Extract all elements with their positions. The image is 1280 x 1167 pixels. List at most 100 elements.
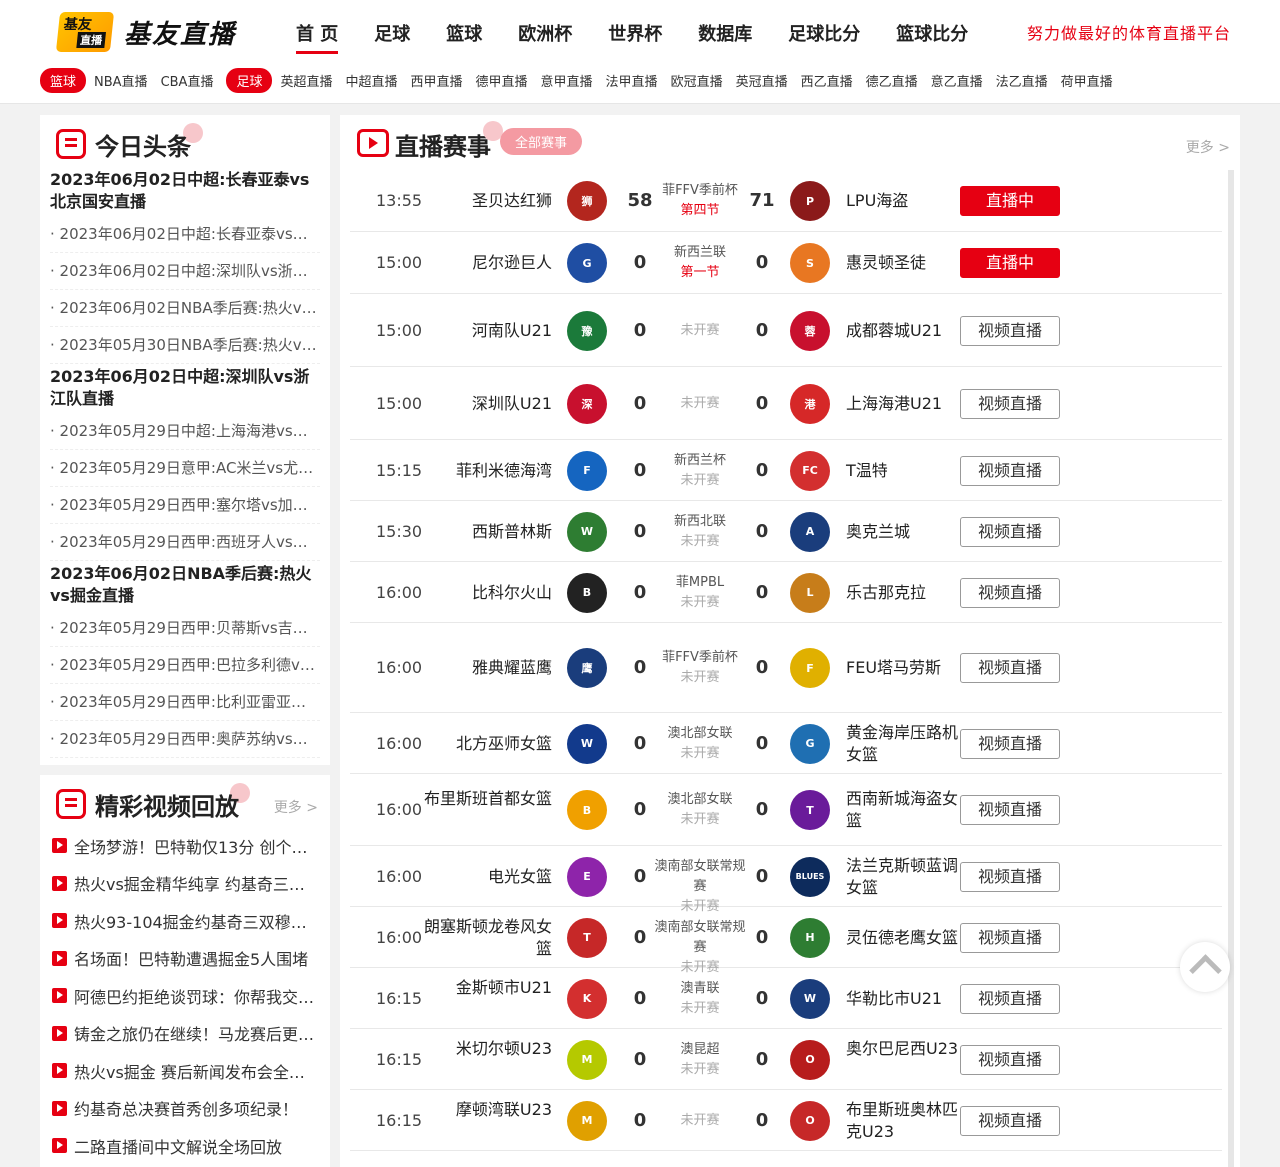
video-item[interactable]: 全场梦游！巴特勒仅13分 创个人季后赛新低 [40, 827, 330, 865]
back-to-top-button[interactable] [1180, 942, 1230, 992]
home-team[interactable]: 比科尔火山 [422, 582, 552, 604]
home-team[interactable]: 深圳队U21 [422, 393, 552, 415]
headline-item[interactable]: · 2023年05月29日西甲:奥萨苏纳vs皇家社会 [50, 721, 320, 758]
video-item[interactable]: 热火93-104掘金约基奇三双穆雷26分 [40, 902, 330, 940]
watch-live-button[interactable]: 视频直播 [960, 388, 1060, 419]
home-team[interactable]: 金斯顿市U21 [422, 977, 552, 999]
watch-live-button[interactable]: 视频直播 [960, 983, 1060, 1014]
away-team[interactable]: FEU塔马劳斯 [846, 657, 966, 679]
watch-live-button[interactable]: 视频直播 [960, 1044, 1060, 1075]
live-more-link[interactable]: 更多 > [1186, 137, 1230, 157]
headline-item[interactable]: · 2023年05月29日西甲:比利亚雷亚尔vs马德里竞技 [50, 684, 320, 721]
headline-item[interactable]: · 2023年06月02日中超:深圳队vs浙江队 [50, 253, 320, 290]
watch-live-button[interactable]: 视频直播 [960, 1105, 1060, 1136]
away-team[interactable]: 华勒比市U21 [846, 988, 966, 1010]
subnav-link[interactable]: 德乙直播 [866, 71, 918, 90]
watch-live-button[interactable]: 视频直播 [960, 577, 1060, 608]
away-team[interactable]: 成都蓉城U21 [846, 320, 966, 342]
headline-item[interactable]: · 2023年05月29日西甲:巴拉多利德vs赫塔费 [50, 647, 320, 684]
nav-item[interactable]: 篮球 [432, 14, 496, 54]
away-team[interactable]: 惠灵顿圣徒 [846, 252, 966, 274]
home-team[interactable]: 圣贝达红狮 [422, 190, 552, 212]
home-team[interactable]: 摩顿湾联U23 [422, 1099, 552, 1121]
headline-item[interactable]: · 2023年05月29日西甲:塞尔塔vs加的斯 [50, 487, 320, 524]
subnav-link[interactable]: 西甲直播 [411, 71, 463, 90]
subnav-tag-football[interactable]: 足球 [226, 68, 273, 93]
home-team[interactable]: 菲利米德海湾 [422, 460, 552, 482]
site-logo[interactable]: 基友 直播 基友直播 [55, 12, 236, 52]
subnav-link[interactable]: 中超直播 [345, 71, 397, 90]
headline-item[interactable]: · 2023年05月29日西甲:西班牙人vs阿尔梅里亚 [50, 524, 320, 561]
subnav-link[interactable]: 英冠直播 [736, 71, 788, 90]
subnav-link[interactable]: 法甲直播 [606, 71, 658, 90]
headline-title[interactable]: 2023年06月02日NBA季后赛:热火vs掘金直播 [50, 561, 320, 610]
away-team[interactable]: 上海海港U21 [846, 393, 966, 415]
away-team[interactable]: 法兰克斯顿蓝调女篮 [846, 855, 966, 899]
video-item[interactable]: 二路直播间中文解说全场回放 [40, 1127, 330, 1165]
nav-item[interactable]: 欧洲杯 [504, 14, 586, 54]
nav-item[interactable]: 数据库 [684, 14, 766, 54]
away-team[interactable]: 奥克兰城 [846, 521, 966, 543]
away-team[interactable]: 黄金海岸压路机女篮 [846, 722, 966, 766]
subnav-link[interactable]: 英超直播 [280, 71, 332, 90]
subnav-link[interactable]: NBA直播 [94, 71, 148, 90]
away-team[interactable]: LPU海盗 [846, 190, 966, 212]
home-team[interactable]: 朗塞斯顿龙卷风女篮 [422, 916, 552, 960]
video-item[interactable]: 热火vs掘金精华纯享 约基奇三双掘金拿下G1 [40, 865, 330, 903]
away-team[interactable]: 奥尔巴尼西U23 [846, 1038, 966, 1060]
subnav-link[interactable]: 德甲直播 [476, 71, 528, 90]
home-team[interactable]: 尼尔逊巨人 [422, 252, 552, 274]
nav-item[interactable]: 篮球比分 [882, 14, 982, 54]
watch-live-button[interactable]: 视频直播 [960, 861, 1060, 892]
all-events-button[interactable]: 全部赛事 [500, 128, 583, 155]
live-now-button[interactable]: 直播中 [960, 248, 1060, 278]
home-team[interactable]: 北方巫师女篮 [422, 733, 552, 755]
subnav-tag-basketball[interactable]: 篮球 [40, 68, 87, 93]
video-item[interactable]: 约基奇总决赛首秀创多项纪录！ [40, 1090, 330, 1128]
home-team[interactable]: 雅典耀蓝鹰 [422, 657, 552, 679]
home-team[interactable]: 米切尔顿U23 [422, 1038, 552, 1060]
videos-more-link[interactable]: 更多 > [274, 797, 318, 817]
subnav-link[interactable]: 意甲直播 [541, 71, 593, 90]
headline-item[interactable]: · 2023年05月29日西甲:贝蒂斯vs吉罗纳 [50, 610, 320, 647]
headline-item[interactable]: · 2023年05月29日中超:上海海港vs武汉三镇 [50, 413, 320, 450]
home-team[interactable]: 河南队U21 [422, 320, 552, 342]
headline-title[interactable]: 2023年06月02日中超:深圳队vs浙江队直播 [50, 364, 320, 413]
subnav-link[interactable]: CBA直播 [161, 71, 214, 90]
watch-live-button[interactable]: 视频直播 [960, 516, 1060, 547]
headline-title[interactable]: 2023年06月02日中超:长春亚泰vs北京国安直播 [50, 167, 320, 216]
watch-live-button[interactable]: 视频直播 [960, 455, 1060, 486]
watch-live-button[interactable]: 视频直播 [960, 922, 1060, 953]
headline-item[interactable]: · 2023年05月29日意甲:AC米兰vs尤文图斯 [50, 450, 320, 487]
live-now-button[interactable]: 直播中 [960, 186, 1060, 216]
headline-item[interactable]: · 2023年05月30日NBA季后赛:热火vs凯尔特人 [50, 327, 320, 364]
away-team[interactable]: 乐古那克拉 [846, 582, 966, 604]
watch-live-button[interactable]: 视频直播 [960, 653, 1060, 683]
subnav-link[interactable]: 欧冠直播 [671, 71, 723, 90]
watch-live-button[interactable]: 视频直播 [960, 728, 1060, 759]
away-team[interactable]: 灵伍德老鹰女篮 [846, 927, 966, 949]
subnav-link[interactable]: 法乙直播 [996, 71, 1048, 90]
away-team[interactable]: 布里斯班奥林匹克U23 [846, 1099, 966, 1143]
away-team[interactable]: T温特 [846, 460, 966, 482]
home-team[interactable]: 布里斯班首都女篮 [422, 788, 552, 810]
watch-live-button[interactable]: 视频直播 [960, 795, 1060, 825]
nav-item[interactable]: 足球 [360, 14, 424, 54]
scrollbar-track[interactable] [1228, 170, 1234, 1167]
video-item[interactable]: 热火vs掘金 赛后新闻发布会全场回放 [40, 1052, 330, 1090]
nav-item[interactable]: 首 页 [282, 14, 352, 54]
headline-item[interactable]: · 2023年06月02日NBA季后赛:热火vs掘金 [50, 290, 320, 327]
subnav-link[interactable]: 西乙直播 [801, 71, 853, 90]
nav-item[interactable]: 世界杯 [594, 14, 676, 54]
nav-item[interactable]: 足球比分 [774, 14, 874, 54]
headline-item[interactable]: · 2023年06月02日中超:长春亚泰vs北京国安 [50, 216, 320, 253]
away-team[interactable]: 西南新城海盗女篮 [846, 788, 966, 832]
subnav-link[interactable]: 意乙直播 [931, 71, 983, 90]
home-team[interactable]: 电光女篮 [422, 866, 552, 888]
home-team[interactable]: 西斯普林斯 [422, 521, 552, 543]
watch-live-button[interactable]: 视频直播 [960, 315, 1060, 346]
video-item[interactable]: 铸金之旅仍在继续！马龙赛后更衣室讲话 [40, 1015, 330, 1053]
video-item[interactable]: 阿德巴约拒绝谈罚球：你帮我交罚款吗 [40, 977, 330, 1015]
video-item[interactable]: 名场面！巴特勒遭遇掘金5人围堵 [40, 940, 330, 978]
subnav-link[interactable]: 荷甲直播 [1061, 71, 1113, 90]
